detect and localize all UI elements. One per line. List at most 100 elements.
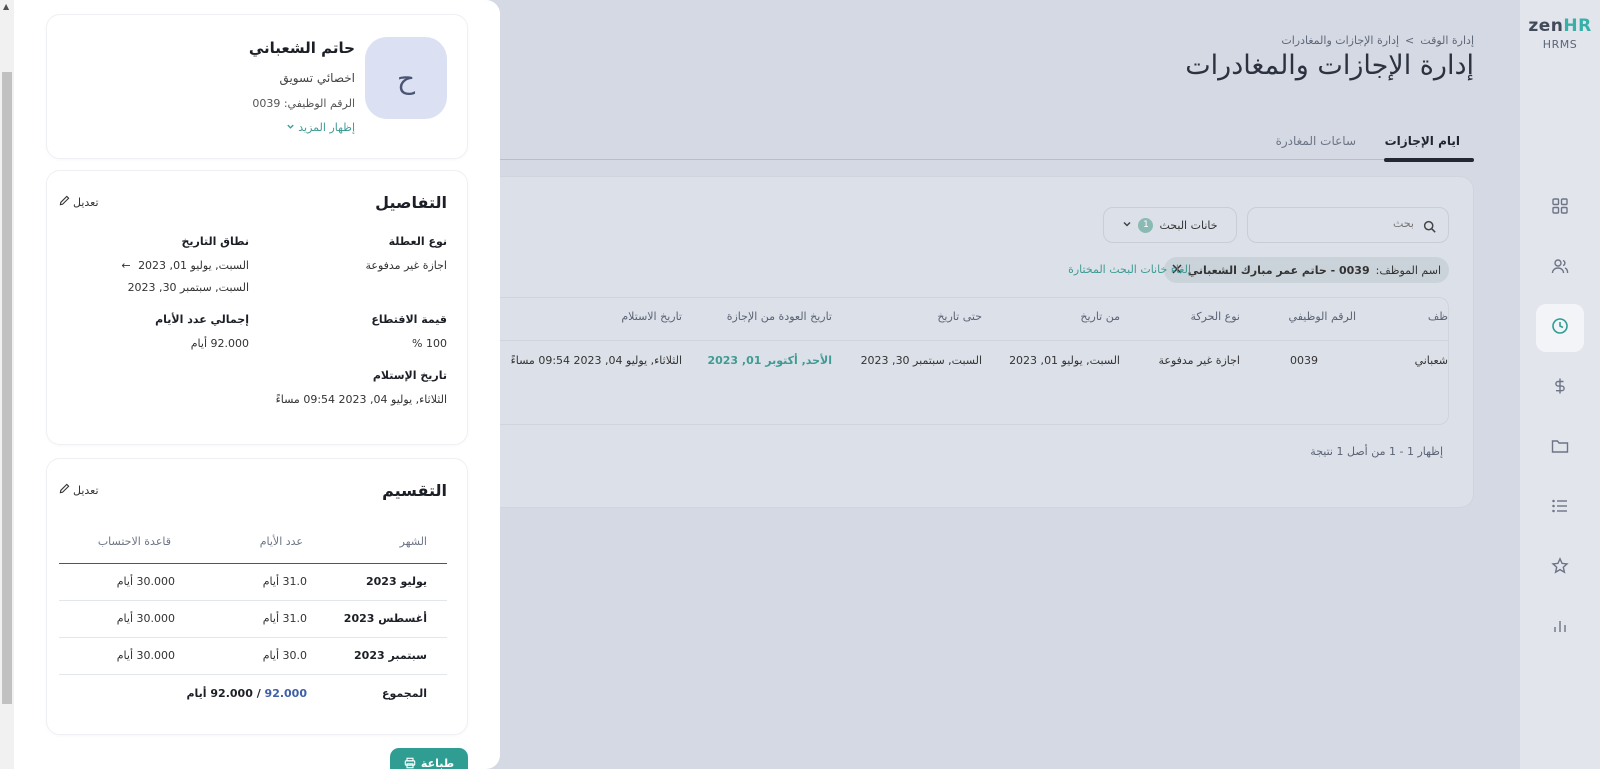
logo-hr: HR (1563, 16, 1592, 36)
leave-type-label: نوع العطلة (388, 235, 447, 248)
grid-icon (1551, 197, 1569, 219)
printer-icon (404, 757, 416, 769)
leaves-table: ظف الرقم الوظيفي نوع الحركة من تاريخ حتى… (500, 297, 1449, 425)
drawer-scrollbar[interactable]: ▲ (0, 0, 14, 769)
details-edit-label: تعديل (73, 195, 99, 209)
nav-item-employees[interactable] (1536, 244, 1584, 292)
list-icon (1551, 497, 1569, 519)
chevron-down-icon (286, 121, 295, 134)
split-total-label: المجموع (382, 687, 427, 700)
filter-chip-label: اسم الموظف: (1375, 263, 1441, 277)
employee-profile-card: ح حاتم الشعباني اخصائي تسويق الرقم الوظي… (46, 14, 468, 159)
split-header-divider (59, 563, 447, 564)
tab-leave-hours-label: ساعات المغادرة (1275, 134, 1356, 148)
col-header-from: من تاريخ (1080, 310, 1120, 323)
active-filter-chip: اسم الموظف: 0039 - حاتم عمر مبارك الشعبا… (1163, 257, 1449, 283)
arrow-left-icon: ← (121, 259, 131, 272)
logo-zen: zen (1528, 16, 1564, 36)
split-row-basis: 30.000 أيام (116, 575, 175, 588)
pagination-info: إظهار 1 - 1 من أصل 1 نتيجة (1310, 445, 1443, 458)
active-tab-indicator (1384, 158, 1474, 162)
pencil-icon (59, 195, 70, 209)
split-header-month: الشهر (399, 535, 427, 548)
split-row-days: 31.0 أيام (262, 612, 307, 625)
pencil-icon (59, 483, 70, 497)
col-header-return: تاريخ العودة من الإجازة (726, 310, 832, 323)
nav-item-dashboard[interactable] (1536, 184, 1584, 232)
leaves-card: خانات البحث 1 اسم الموظف: 0039 - حاتم عم… (500, 176, 1474, 508)
breadcrumb-current: إدارة الإجازات والمغادرات (1281, 34, 1400, 47)
show-more-label: إظهار المزيد (298, 121, 355, 134)
clock-icon (1551, 317, 1569, 339)
drawer-scrollbar-thumb[interactable] (2, 72, 12, 704)
dollar-icon (1551, 377, 1569, 399)
search-input[interactable] (1284, 217, 1414, 230)
split-row-basis: 30.000 أيام (116, 612, 175, 625)
details-edit-button[interactable]: تعديل (59, 195, 99, 209)
nav-item-favorites[interactable] (1536, 544, 1584, 592)
nav-item-documents[interactable] (1536, 424, 1584, 472)
split-row-days: 30.0 أيام (262, 649, 307, 662)
search-box[interactable] (1247, 207, 1449, 243)
split-total-value: 92.000 / 92.000 أيام (186, 687, 307, 700)
received-date-label: تاريخ الإستلام (372, 369, 447, 382)
scroll-up-arrow-icon[interactable]: ▲ (3, 2, 9, 11)
split-header-days: عدد الأيام (259, 535, 303, 548)
page-title: إدارة الإجازات والمغادرات (1185, 50, 1474, 81)
cell-received: الثلاثاء, يوليو 04, 2023 09:54 مساءً (510, 354, 682, 367)
cell-to: السبت, سبتمبر 30, 2023 (860, 354, 982, 367)
split-row-month: سبتمبر 2023 (354, 649, 427, 662)
breadcrumb-separator: > (1405, 34, 1415, 47)
breadcrumb: إدارة الوقت > إدارة الإجازات والمغادرات (1281, 34, 1474, 47)
col-header-name: ظف (1427, 310, 1448, 323)
tab-leave-hours[interactable]: ساعات المغادرة (1276, 134, 1356, 148)
bar-chart-icon (1551, 617, 1569, 639)
side-nav: zenHR HRMS (1520, 0, 1600, 769)
clear-filters-link[interactable]: إلغاء خانات البحث المختارة (1068, 263, 1191, 276)
employee-job-title: اخصائي تسويق (279, 71, 355, 85)
avatar: ح (365, 37, 447, 119)
date-range-from: السبت, يوليو 01, 2023 ← (121, 259, 249, 272)
cell-type: اجازة غير مدفوعة (1158, 354, 1241, 367)
total-days-value: 92.000 أيام (190, 337, 249, 350)
employee-id: الرقم الوظيفي: 0039 (252, 97, 355, 110)
tab-leave-days[interactable]: ايام الإجازات (1385, 134, 1460, 148)
split-row-basis: 30.000 أيام (116, 649, 175, 662)
split-row-month: يوليو 2023 (366, 575, 427, 588)
tab-leave-days-label: ايام الإجازات (1384, 134, 1460, 148)
split-row-divider (59, 600, 447, 601)
nav-item-payroll[interactable] (1536, 364, 1584, 412)
cell-from: السبت, يوليو 01, 2023 (1009, 354, 1120, 367)
total-days-label: إجمالي عدد الأيام (155, 313, 249, 326)
star-icon (1551, 557, 1569, 579)
details-title: التفاصيل (375, 193, 447, 212)
split-edit-button[interactable]: تعديل (59, 483, 99, 497)
search-fields-button[interactable]: خانات البحث 1 (1103, 207, 1237, 243)
filter-count-badge: 1 (1138, 217, 1154, 233)
date-range-to: السبت, سبتمبر 30, 2023 (127, 281, 249, 294)
print-button[interactable]: طباعة (390, 748, 468, 769)
brand-logo[interactable]: zenHR HRMS (1520, 16, 1600, 51)
col-header-received: تاريخ الاستلام (621, 310, 682, 323)
received-date-value: الثلاثاء, يوليو 04, 2023 09:54 مساءً (275, 393, 447, 406)
nav-item-lists[interactable] (1536, 484, 1584, 532)
nav-item-time[interactable] (1536, 304, 1584, 352)
breadcrumb-root[interactable]: إدارة الوقت (1420, 34, 1474, 47)
show-more-link[interactable]: إظهار المزيد (286, 121, 355, 134)
search-icon (1423, 218, 1436, 237)
logo-subtitle: HRMS (1542, 38, 1578, 51)
split-row-divider (59, 674, 447, 675)
print-label: طباعة (420, 757, 455, 769)
split-header-basis: قاعدة الاحتساب (97, 535, 171, 548)
deduction-label: قيمة الاقتطاع (371, 313, 447, 326)
table-header-divider (500, 340, 1448, 341)
cell-name: شعباني (1414, 354, 1448, 367)
deduction-value: 100 % (412, 337, 447, 350)
date-range-from-text: السبت, يوليو 01, 2023 (138, 259, 249, 272)
split-edit-label: تعديل (73, 483, 99, 497)
cell-return-date-link[interactable]: الأحد, أكتوبر 01, 2023 (707, 354, 832, 367)
split-title: التقسيم (382, 481, 447, 500)
nav-item-reports[interactable] (1536, 604, 1584, 652)
main-content: إدارة الوقت > إدارة الإجازات والمغادرات إد… (500, 0, 1520, 769)
split-total-rest: / 92.000 أيام (186, 687, 265, 700)
